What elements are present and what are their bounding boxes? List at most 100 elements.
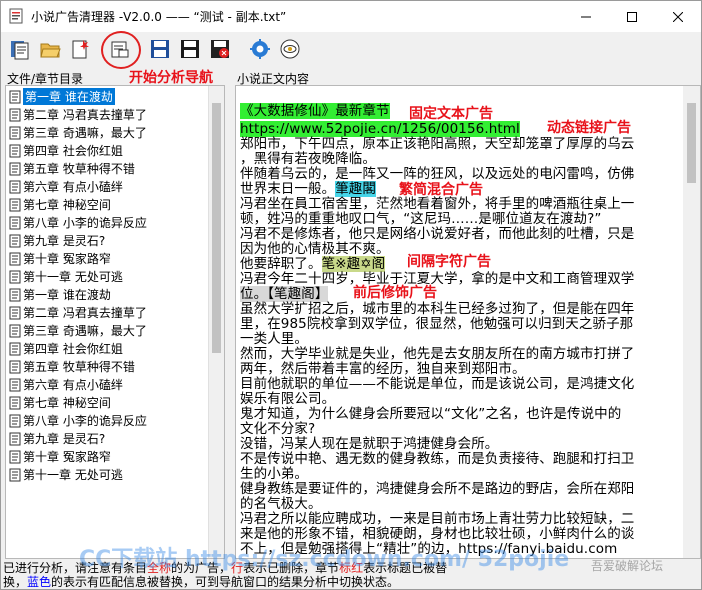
- tree-item[interactable]: 第七章 神秘空间: [9, 196, 111, 213]
- tree-item[interactable]: 第六章 有点小磕绊: [9, 178, 123, 195]
- document-icon: [9, 342, 21, 355]
- new-document-icon: [72, 40, 89, 59]
- text-line: 娱乐有限公司。: [240, 391, 336, 407]
- document-icon: [9, 162, 21, 175]
- text-line: 目前他就职的单位——不能说是单位，而是该说公司，是鸿捷文化: [240, 376, 635, 392]
- tree-item[interactable]: 第十章 冤家路窄: [9, 250, 111, 267]
- text-line: 然而，大学毕业就是失业，他先是去女朋友所在的南方城市打拼了: [240, 346, 635, 362]
- text-line: 冯君坐在員工宿舍里，茫然地看着窗外，将手里的啤酒瓶往桌上一: [240, 196, 635, 212]
- tree-item-label: 第三章 奇遇嘛，最大了: [23, 126, 147, 140]
- chapter-tree[interactable]: 第一章 谁在渡劫 第二章 冯君真去撞草了 第三章 奇遇嘛，最大了 第四章 社会你红姐第…: [5, 85, 225, 559]
- content-editor[interactable]: 《大数据修仙》最新章节 https://www.52pojie.cn/1256/…: [235, 85, 701, 559]
- tree-item-label: 第十一章 无处可逃: [23, 468, 123, 482]
- text-line: 虽然大学扩招之后，城市里的本科生已经多过狗了，但是能在四年: [240, 301, 635, 317]
- tree-item[interactable]: 第三章 奇遇嘛，最大了: [9, 322, 147, 339]
- save-close-button[interactable]: [207, 36, 233, 62]
- text-line: 因为他的心情极其不爽。: [240, 241, 390, 257]
- document-icon: [9, 306, 21, 319]
- document-icon: [9, 378, 21, 391]
- about-button[interactable]: [277, 36, 303, 62]
- tree-scrollbar[interactable]: [208, 86, 224, 558]
- tree-item[interactable]: 第六章 有点小磕绊: [9, 376, 123, 393]
- fixed-ad-text: 《大数据修仙》最新章节: [240, 103, 390, 119]
- text-line: 文化不分家?: [240, 421, 316, 437]
- tree-item[interactable]: 第三章 奇遇嘛，最大了: [9, 124, 147, 141]
- text-line: 的名气极大。: [240, 496, 322, 512]
- text-line: 顿，姓冯的重重地叹口气，“这尼玛……是哪位道友在渡劫?”: [240, 211, 602, 227]
- settings-button[interactable]: [247, 36, 273, 62]
- document-icon: [9, 360, 21, 373]
- annotation-start-nav: 开始分析导航: [129, 70, 213, 86]
- prefix-suffix-ad-text: 位。【笔趣阁】: [240, 286, 329, 302]
- start-analysis-button[interactable]: [107, 36, 133, 62]
- tree-item[interactable]: 第八章 小李的诡异反应: [9, 214, 147, 231]
- tree-item[interactable]: 第四章 社会你红姐: [9, 340, 123, 357]
- text-line: 《大数据修仙》最新章节: [240, 103, 390, 119]
- save-close-icon: [211, 40, 229, 58]
- text-line: 冯君不是修炼者，他只是网络小说爱好者，而他此刻的吐槽，只是: [240, 226, 635, 242]
- tree-item[interactable]: 第一章 谁在渡劫: [9, 286, 111, 303]
- document-icon: [9, 252, 21, 265]
- analyze-icon: [111, 41, 129, 58]
- tree-item[interactable]: 第八章 小李的诡异反应: [9, 412, 147, 429]
- tree-item-label: 第四章 社会你红姐: [23, 342, 123, 356]
- editor-scroll-thumb[interactable]: [687, 103, 696, 183]
- save-button[interactable]: [147, 36, 173, 62]
- tree-item[interactable]: 第十一章 无处可逃: [9, 268, 123, 285]
- separator-ad-text: 笔※趣✡阁: [321, 256, 386, 272]
- maximize-icon: [627, 11, 637, 22]
- tree-item[interactable]: 第九章 是灵石?: [9, 232, 105, 249]
- tree-item[interactable]: 第五章 牧草种得不错: [9, 358, 135, 375]
- document-icon: [9, 396, 21, 409]
- open-folder-button[interactable]: [37, 36, 63, 62]
- new-item-button[interactable]: [67, 36, 93, 62]
- tree-item-label: 第五章 牧草种得不错: [23, 360, 135, 374]
- new-file-button[interactable]: [7, 36, 33, 62]
- text-line: 健身教练是要证件的，鸿捷健身会所不是路边的野店，会所在郑阳: [240, 481, 635, 497]
- app-window: 小说广告清理器 -V2.0.0 —— “测试 - 副本.txt” 开始分析导航 …: [0, 0, 702, 590]
- text-line: ，黑得有若夜晚降临。: [240, 151, 376, 167]
- tree-item-label: 第八章 小李的诡异反应: [23, 216, 147, 230]
- document-icon: [9, 468, 21, 481]
- tree-item-label: 第七章 神秘空间: [23, 198, 111, 212]
- document-icon: [9, 414, 21, 427]
- tree-item[interactable]: 第九章 是灵石?: [9, 430, 105, 447]
- maximize-button[interactable]: [609, 1, 655, 32]
- tree-item[interactable]: 第四章 社会你红姐: [9, 142, 123, 159]
- tree-item-label: 第十章 冤家路窄: [23, 450, 111, 464]
- document-icon: [9, 324, 21, 337]
- tree-item[interactable]: 第十一章 无处可逃: [9, 466, 123, 483]
- tree-item[interactable]: 第七章 神秘空间: [9, 394, 111, 411]
- dynamic-link-ad-text: https://www.52pojie.cn/1256/00156.html: [240, 121, 520, 137]
- tree-item-label: 第一章 谁在渡劫: [23, 288, 111, 302]
- tree-scroll-thumb[interactable]: [212, 103, 221, 353]
- tree-item[interactable]: 第二章 冯君真去撞草了: [9, 106, 147, 123]
- document-icon: [9, 180, 21, 193]
- tree-item-label: 第六章 有点小磕绊: [23, 378, 123, 392]
- document-icon: [9, 126, 21, 139]
- text-line: 生的小弟。: [240, 466, 308, 482]
- document-icon: [9, 270, 21, 283]
- minimize-button[interactable]: [563, 1, 609, 32]
- tree-item-label: 第六章 有点小磕绊: [23, 180, 123, 194]
- status-text: 已进行分析，请注意有条目全称的为广告，行表示已删除，章节标红表示标题已被替 换，…: [3, 561, 701, 589]
- text-line: 不上，但是勉强搭得上“精壮”的边，https://fanyi.baidu.com: [240, 541, 618, 557]
- tree-item-label: 第二章 冯君真去撞草了: [23, 108, 147, 122]
- tree-item-label: 第十一章 无处可逃: [23, 270, 123, 284]
- title-bar[interactable]: 小说广告清理器 -V2.0.0 —— “测试 - 副本.txt”: [1, 1, 701, 32]
- close-button[interactable]: [655, 1, 701, 32]
- app-icon: [9, 8, 23, 24]
- text-line: 一类人里。: [240, 331, 308, 347]
- document-icon: [9, 144, 21, 157]
- text-line: 没错，冯某人现在是就职于鸿捷健身会所。: [240, 436, 499, 452]
- editor-scrollbar[interactable]: [683, 86, 700, 558]
- tree-item-label: 第十章 冤家路窄: [23, 252, 111, 266]
- tree-item[interactable]: 第一章 谁在渡劫: [9, 88, 115, 105]
- tree-item[interactable]: 第五章 牧草种得不错: [9, 160, 135, 177]
- tree-item-label: 第五章 牧草种得不错: [23, 162, 135, 176]
- save-as-button[interactable]: [177, 36, 203, 62]
- tree-item[interactable]: 第二章 冯君真去撞草了: [9, 304, 147, 321]
- annotation-simp-trad: 繁简混合广告: [399, 182, 483, 198]
- status-line-2: 换，蓝色的表示有匹配信息被替换，可到导航窗口的结果分析中切换状态。: [3, 575, 400, 589]
- tree-item[interactable]: 第十章 冤家路窄: [9, 448, 111, 465]
